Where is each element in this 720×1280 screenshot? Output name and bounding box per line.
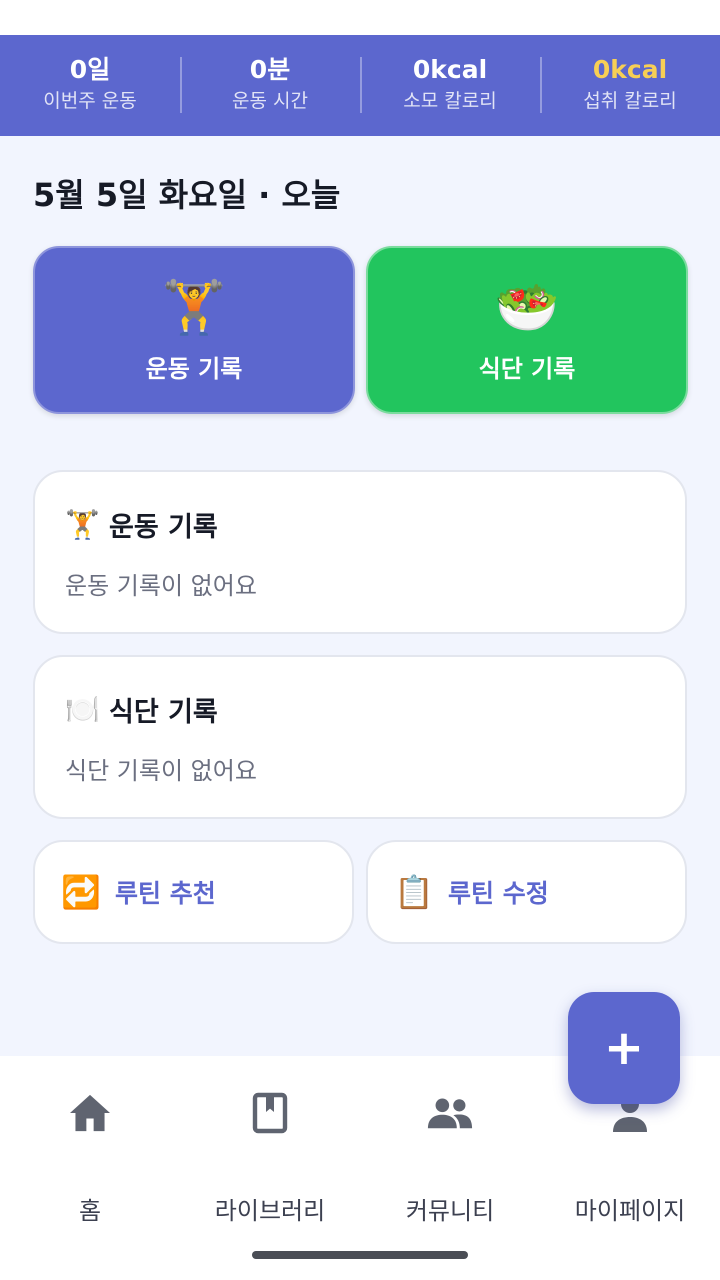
add-record-fab[interactable]: + [568,992,680,1104]
diet-record-empty-text: 식단 기록이 없어요 [65,757,257,785]
diet-record-title: 식단 기록 [109,696,218,728]
nav-item-library[interactable]: 라이브러리 [180,1086,360,1226]
nav-label: 라이브러리 [214,1197,326,1225]
routine-recommend-button[interactable]: 🔁 루틴 추천 [33,840,354,944]
workout-record-title: 운동 기록 [109,511,218,543]
stat-label: 섭취 칼로리 [583,89,677,112]
nav-item-community[interactable]: 커뮤니티 [360,1086,540,1226]
nav-label: 마이페이지 [574,1197,686,1225]
repeat-icon: 🔁 [61,873,101,911]
people-icon [426,1086,474,1139]
book-icon [252,1086,288,1139]
nav-item-mypage[interactable]: 마이페이지 [540,1086,720,1226]
nav-item-home[interactable]: 홈 [0,1086,180,1226]
stat-value: 0kcal [592,54,668,84]
quick-diet-label: 식단 기록 [478,354,576,383]
routine-edit-label: 루틴 수정 [448,879,549,908]
stat-workout-time: 0분 운동 시간 [180,35,360,136]
status-bar [0,0,720,35]
home-icon [68,1086,112,1139]
quick-diet-record-button[interactable]: 🥗 식단 기록 [366,246,688,414]
stat-value: 0분 [249,54,291,84]
routine-edit-button[interactable]: 📋 루틴 수정 [366,840,687,944]
stat-intake-calories: 0kcal 섭취 칼로리 [540,35,720,136]
workout-record-header: 🏋️ 운동 기록 [65,504,655,544]
clipboard-icon: 📋 [394,873,434,911]
stat-label: 이번주 운동 [43,89,137,112]
diet-record-header: 🍽️ 식단 기록 [65,689,655,729]
routine-recommend-label: 루틴 추천 [115,879,216,908]
stat-label: 소모 칼로리 [403,89,497,112]
home-indicator [252,1251,468,1259]
weightlifter-icon: 🏋️ [65,507,100,541]
salad-icon: 🥗 [494,277,560,338]
quick-workout-label: 운동 기록 [145,354,243,383]
stat-value: 0kcal [412,54,488,84]
weekly-stats-bar: 0일 이번주 운동 0분 운동 시간 0kcal 소모 칼로리 0kcal 섭취… [0,35,720,136]
stat-burned-calories: 0kcal 소모 칼로리 [360,35,540,136]
weightlifter-icon: 🏋️ [161,277,227,338]
stat-value: 0일 [69,54,111,84]
quick-workout-record-button[interactable]: 🏋️ 운동 기록 [33,246,355,414]
nav-label: 홈 [78,1197,102,1225]
stat-weekly-workouts: 0일 이번주 운동 [0,35,180,136]
plus-icon: + [603,1020,645,1076]
date-heading: 5월 5일 화요일 · 오늘 [33,176,341,214]
plate-cutlery-icon: 🍽️ [65,692,100,726]
diet-record-card[interactable]: 🍽️ 식단 기록 식단 기록이 없어요 [33,655,687,819]
workout-record-empty-text: 운동 기록이 없어요 [65,572,257,600]
nav-label: 커뮤니티 [405,1197,495,1225]
workout-record-card[interactable]: 🏋️ 운동 기록 운동 기록이 없어요 [33,470,687,634]
stat-label: 운동 시간 [232,89,308,112]
